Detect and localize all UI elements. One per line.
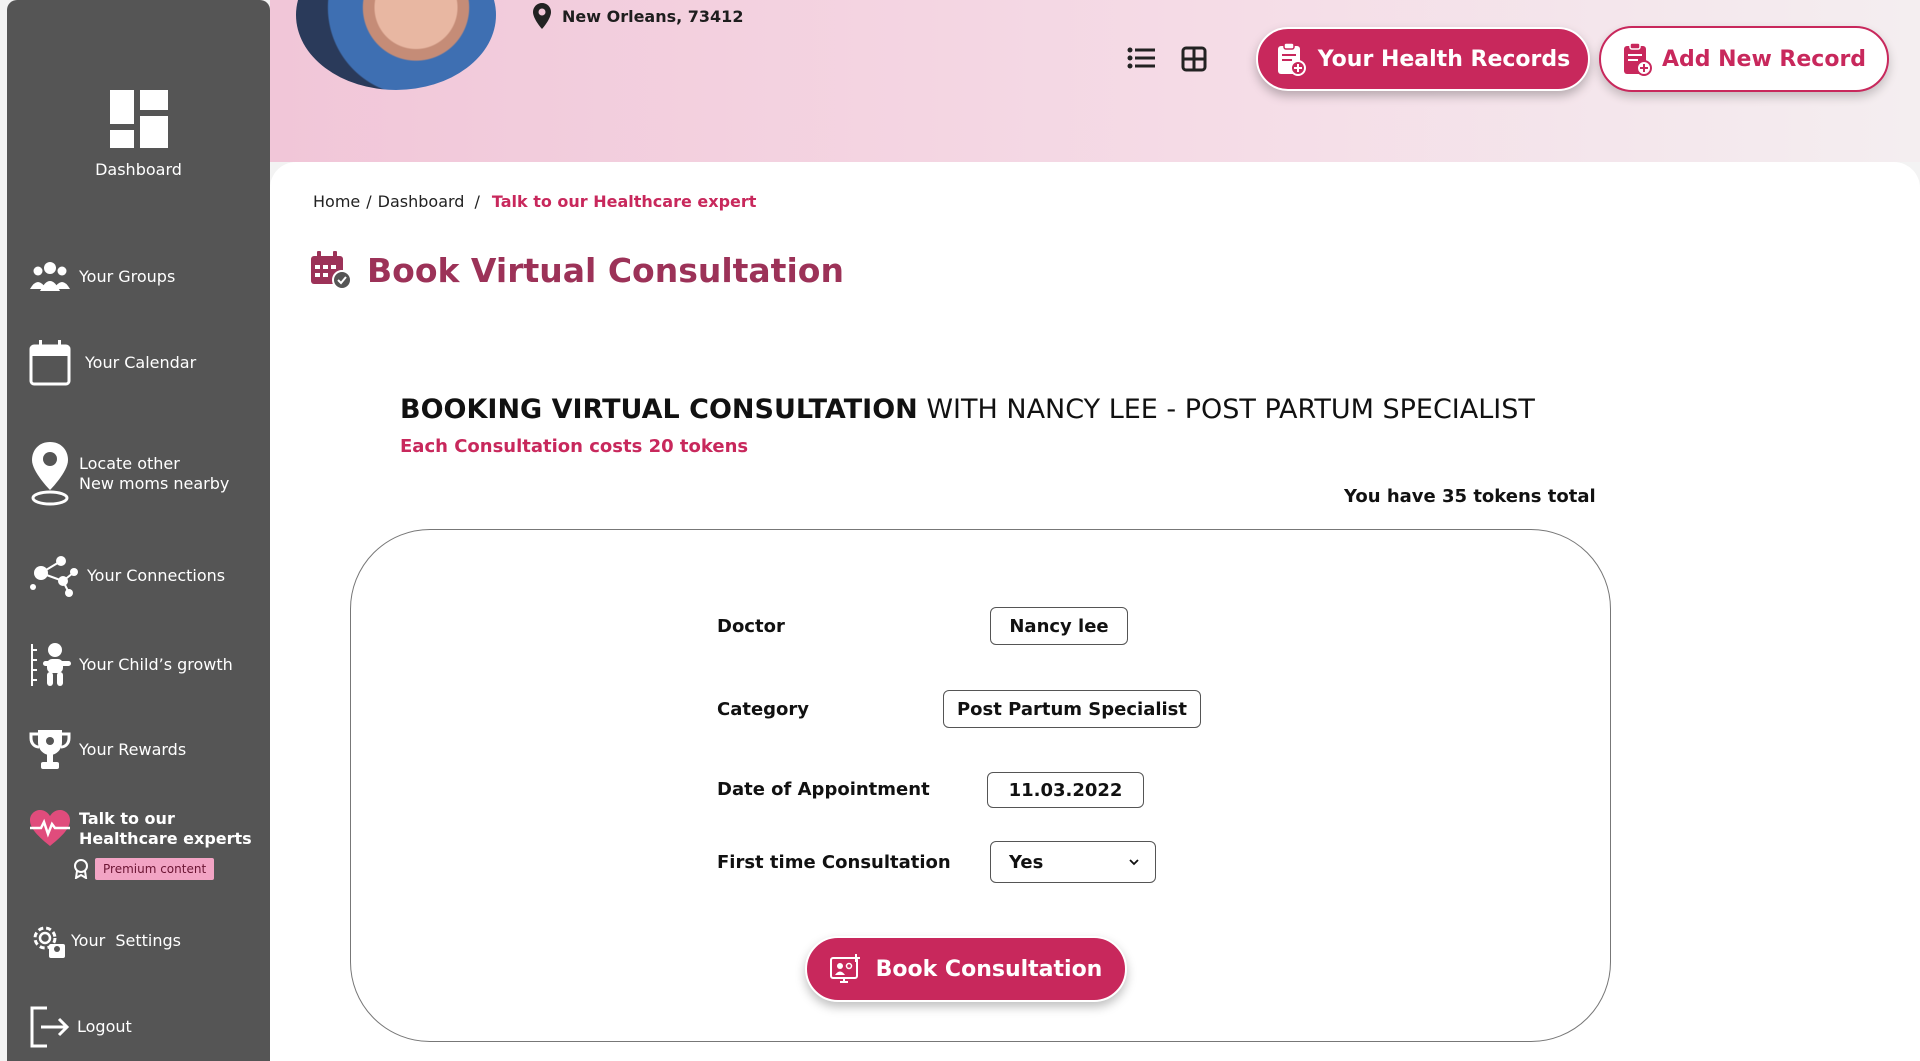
child-growth-icon: [29, 642, 79, 688]
add-new-record-label: Add New Record: [1661, 46, 1867, 72]
chevron-down-icon: [1129, 859, 1139, 866]
sidebar-item-locate-moms[interactable]: Locate other New moms nearby: [29, 440, 229, 508]
logout-icon: [29, 1005, 77, 1049]
page-title-text: Book Virtual Consultation: [367, 250, 844, 290]
health-records-label: Your Health Records: [1317, 46, 1571, 72]
sidebar: Dashboard Your Groups Your Calendar Loca…: [7, 0, 270, 1061]
location-pin-icon: [533, 3, 551, 29]
sidebar-item-settings[interactable]: Your Settings: [29, 922, 181, 960]
health-records-button[interactable]: Your Health Records: [1256, 27, 1590, 91]
breadcrumb-separator: /: [366, 192, 372, 211]
first-time-value: Yes: [1009, 851, 1044, 873]
breadcrumb-separator: /: [474, 192, 480, 211]
sidebar-item-healthcare-experts[interactable]: Talk to our Healthcare experts: [29, 809, 252, 849]
sidebar-item-connections[interactable]: Your Connections: [29, 553, 225, 599]
sidebar-item-label: Locate other New moms nearby: [79, 454, 229, 494]
trophy-icon: [29, 728, 79, 772]
video-consultation-icon: [829, 954, 860, 983]
category-field[interactable]: Post Partum Specialist: [943, 690, 1201, 728]
book-consultation-button[interactable]: Book Consultation: [805, 936, 1127, 1002]
calendar-icon: [29, 340, 85, 386]
first-time-select[interactable]: Yes: [990, 841, 1156, 883]
doctor-label: Doctor: [717, 616, 785, 637]
location-pin-icon: [29, 440, 79, 508]
award-icon: [74, 859, 88, 879]
sidebar-item-label: Your Child’s growth: [79, 655, 233, 674]
sidebar-item-calendar[interactable]: Your Calendar: [29, 340, 196, 386]
sidebar-item-label: Talk to our Healthcare experts: [79, 809, 252, 849]
add-new-record-button[interactable]: Add New Record: [1599, 26, 1889, 92]
appointment-date-field[interactable]: 11.03.2022: [987, 772, 1144, 808]
location-text: New Orleans, 73412: [562, 6, 744, 26]
premium-content-tag: Premium content: [73, 858, 215, 880]
clipboard-add-icon: [1277, 42, 1306, 76]
sidebar-item-label: Your Groups: [79, 267, 176, 286]
settings-icon: [29, 922, 71, 960]
dashboard-icon: [109, 90, 168, 148]
first-time-label: First time Consultation: [717, 852, 951, 873]
booking-heading-bold: BOOKING VIRTUAL CONSULTATION: [400, 394, 918, 425]
sidebar-item-label: Your Calendar: [85, 353, 197, 372]
booking-heading: BOOKING VIRTUAL CONSULTATION WITH NANCY …: [400, 394, 1535, 425]
sidebar-item-label-line2: Healthcare experts: [79, 829, 252, 848]
sidebar-item-label: Your Rewards: [79, 740, 187, 759]
sidebar-item-logout[interactable]: Logout: [29, 1005, 132, 1049]
breadcrumb-dashboard[interactable]: Dashboard: [378, 192, 465, 211]
clipboard-add-icon: [1623, 42, 1652, 76]
book-consultation-label: Book Consultation: [875, 956, 1103, 982]
sidebar-item-label-line1: Locate other: [79, 454, 180, 473]
doctor-field[interactable]: Nancy lee: [990, 607, 1128, 645]
sidebar-item-label: Logout: [77, 1017, 132, 1036]
groups-icon: [29, 259, 79, 295]
premium-badge: Premium content: [95, 858, 215, 880]
sidebar-item-label-line2: New moms nearby: [79, 474, 230, 493]
booking-heading-rest: WITH NANCY LEE - POST PARTUM SPECIALIST: [917, 394, 1535, 425]
user-location: New Orleans, 73412: [532, 2, 743, 30]
sidebar-item-child-growth[interactable]: Your Child’s growth: [29, 642, 233, 688]
tokens-total: You have 35 tokens total: [1344, 486, 1596, 507]
consultation-cost: Each Consultation costs 20 tokens: [400, 436, 749, 457]
breadcrumb: Home / Dashboard / Talk to our Healthcar…: [313, 192, 756, 211]
date-label: Date of Appointment: [717, 779, 930, 800]
sidebar-item-label: Dashboard: [95, 160, 182, 179]
breadcrumb-home[interactable]: Home: [313, 192, 360, 211]
sidebar-item-dashboard[interactable]: Dashboard: [7, 90, 270, 179]
category-label: Category: [717, 699, 810, 720]
sidebar-item-label-line1: Talk to our: [79, 809, 175, 828]
list-view-icon[interactable]: [1127, 46, 1155, 70]
heart-pulse-icon: [29, 810, 79, 848]
breadcrumb-current: Talk to our Healthcare expert: [491, 192, 757, 211]
calendar-check-icon: [311, 251, 352, 290]
connections-icon: [29, 553, 87, 599]
sidebar-item-label: Your Connections: [87, 566, 226, 585]
view-toggle: [1127, 46, 1207, 72]
sidebar-item-groups[interactable]: Your Groups: [29, 259, 175, 295]
page-title: Book Virtual Consultation: [309, 250, 844, 290]
grid-view-icon[interactable]: [1181, 46, 1207, 72]
sidebar-item-label: Your Settings: [71, 931, 181, 950]
sidebar-item-rewards[interactable]: Your Rewards: [29, 728, 186, 772]
